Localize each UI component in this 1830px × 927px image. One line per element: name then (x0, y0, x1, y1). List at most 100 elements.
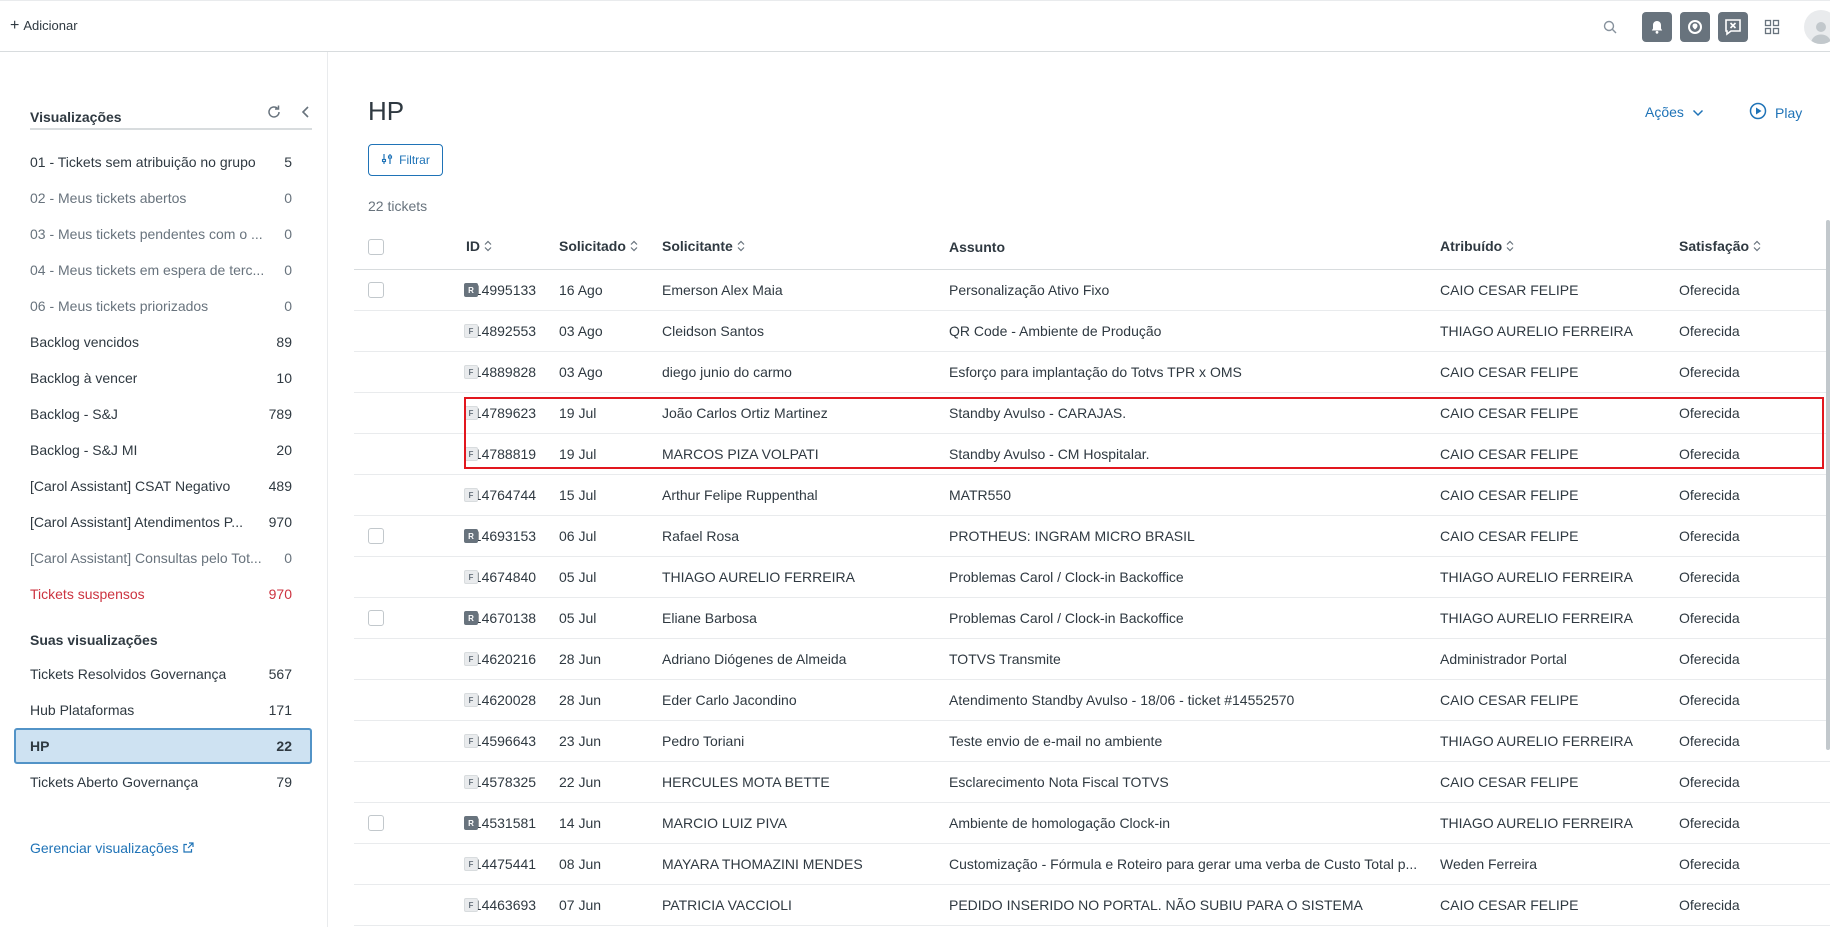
sidebar-view-item[interactable]: 02 - Meus tickets abertos 0 (14, 180, 312, 216)
search-icon[interactable] (1594, 11, 1626, 43)
view-count: 20 (276, 442, 292, 458)
add-button[interactable]: + Adicionar (10, 17, 78, 33)
sidebar-view-item[interactable]: 06 - Meus tickets priorizados 0 (14, 288, 312, 324)
sidebar-view-item[interactable]: [Carol Assistant] Atendimentos P... 970 (14, 504, 312, 540)
table-row[interactable]: F #14674840 05 Jul THIAGO AURELIO FERREIRA P… (354, 557, 1830, 598)
ticket-assignee: CAIO CESAR FELIPE (1440, 528, 1579, 544)
play-button[interactable]: Play (1749, 102, 1802, 123)
ticket-date: 15 Jul (559, 487, 597, 503)
actions-dropdown[interactable]: Ações (1645, 104, 1704, 120)
table-row[interactable]: R #14670138 05 Jul Eliane Barbosa Problemas … (354, 598, 1830, 639)
notification-bell-icon[interactable] (1642, 12, 1672, 42)
sidebar-view-item[interactable]: [Carol Assistant] CSAT Negativo 489 (14, 468, 312, 504)
support-agent-icon[interactable] (1680, 12, 1710, 42)
sidebar-view-item[interactable]: Tickets suspensos 970 (14, 576, 312, 612)
select-all-checkbox[interactable] (368, 238, 384, 255)
row-select-cell: R (354, 815, 478, 831)
filter-button[interactable]: Filtrar (368, 144, 443, 176)
sidebar-your-view-item[interactable]: HP 22 (14, 728, 312, 764)
manage-views-label: Gerenciar visualizações (30, 840, 179, 856)
ticket-date: 03 Ago (559, 323, 603, 339)
table-row[interactable]: F #14764744 15 Jul Arthur Felipe Ruppenthal… (354, 475, 1830, 516)
table-row[interactable]: F #14578325 22 Jun HERCULES MOTA BETTE Escla… (354, 762, 1830, 803)
sort-icon (1753, 239, 1761, 255)
table-scrollbar[interactable] (1826, 220, 1830, 750)
view-count: 970 (268, 586, 292, 602)
sidebar-view-item[interactable]: Backlog - S&J 789 (14, 396, 312, 432)
table-row[interactable]: F #14620028 28 Jun Eder Carlo Jacondino Aten… (354, 680, 1830, 721)
col-satisfaction-header[interactable]: Satisfação (1679, 238, 1799, 255)
view-count: 0 (284, 262, 292, 278)
col-requested-header[interactable]: Solicitado (559, 238, 662, 255)
ticket-requester: Eliane Barbosa (662, 610, 757, 626)
col-subject-header[interactable]: Assunto (949, 239, 1440, 255)
ticket-satisfaction: Oferecida (1679, 487, 1740, 503)
ticket-satisfaction: Oferecida (1679, 733, 1740, 749)
ticket-date: 16 Ago (559, 282, 603, 298)
ticket-date: 06 Jul (559, 528, 597, 544)
sidebar-view-item[interactable]: 04 - Meus tickets em espera de terc... 0 (14, 252, 312, 288)
ticket-type-badge: F (464, 365, 478, 379)
ticket-subject: Standby Avulso - CM Hospitalar. (949, 446, 1150, 462)
tickets-table: ID Solicitado Solicitante Assunto Atribu… (354, 224, 1830, 926)
sidebar-view-item[interactable]: 01 - Tickets sem atribuição no grupo 5 (14, 144, 312, 180)
table-row[interactable]: R #14531581 14 Jun MARCIO LUIZ PIVA Ambiente… (354, 803, 1830, 844)
ticket-assignee: THIAGO AURELIO FERREIRA (1440, 610, 1633, 626)
ticket-requester: Eder Carlo Jacondino (662, 692, 797, 708)
table-header: ID Solicitado Solicitante Assunto Atribu… (354, 224, 1830, 270)
row-checkbox[interactable] (368, 815, 384, 831)
ticket-subject: Problemas Carol / Clock-in Backoffice (949, 610, 1184, 626)
row-checkbox[interactable] (368, 610, 384, 626)
ticket-satisfaction: Oferecida (1679, 528, 1740, 544)
ticket-subject: Teste envio de e-mail no ambiente (949, 733, 1163, 749)
collapse-chevron-left-icon[interactable] (300, 104, 312, 123)
col-requester-header[interactable]: Solicitante (662, 238, 949, 255)
ticket-satisfaction: Oferecida (1679, 651, 1740, 667)
ticket-assignee: CAIO CESAR FELIPE (1440, 897, 1579, 913)
row-checkbox[interactable] (368, 282, 384, 298)
table-row[interactable]: F #14463693 07 Jun PATRICIA VACCIOLI PEDIDO … (354, 885, 1830, 926)
ticket-date: 28 Jun (559, 692, 602, 708)
table-row[interactable]: F #14596643 23 Jun Pedro Toriani Teste envio… (354, 721, 1830, 762)
sort-icon (1506, 239, 1514, 255)
sidebar-view-item[interactable]: Backlog à vencer 10 (14, 360, 312, 396)
manage-views-link[interactable]: Gerenciar visualizações (30, 840, 194, 856)
ticket-id: #14596643 (466, 733, 537, 749)
chat-close-icon[interactable] (1718, 12, 1748, 42)
view-label: Hub Plataformas (30, 702, 135, 718)
table-row[interactable]: F #14789623 19 Jul João Carlos Ortiz Martin… (354, 393, 1830, 434)
sidebar-your-view-item[interactable]: Tickets Aberto Governança 79 (14, 764, 312, 800)
col-id-header[interactable]: ID (466, 238, 559, 255)
table-row[interactable]: F #14620216 28 Jun Adriano Diógenes de Alme… (354, 639, 1830, 680)
sidebar-your-view-item[interactable]: Hub Plataformas 171 (14, 692, 312, 728)
chevron-down-icon (1692, 104, 1704, 120)
user-avatar[interactable] (1804, 10, 1830, 44)
table-row[interactable]: F #14892553 03 Ago Cleidson Santos QR Code -… (354, 311, 1830, 352)
sidebar-view-item[interactable]: [Carol Assistant] Consultas pelo Tot... 0 (14, 540, 312, 576)
row-checkbox[interactable] (368, 528, 384, 544)
ticket-assignee: CAIO CESAR FELIPE (1440, 364, 1579, 380)
ticket-requester: MARCOS PIZA VOLPATI (662, 446, 819, 462)
ticket-requester: PATRICIA VACCIOLI (662, 897, 792, 913)
apps-grid-icon[interactable] (1756, 11, 1788, 43)
ticket-date: 08 Jun (559, 856, 602, 872)
actions-label: Ações (1645, 104, 1684, 120)
ticket-type-badge: F (464, 734, 478, 748)
ticket-id: #14889828 (466, 364, 537, 380)
sidebar-your-view-item[interactable]: Tickets Resolvidos Governança 567 (14, 656, 312, 692)
ticket-satisfaction: Oferecida (1679, 405, 1740, 421)
sidebar-view-item[interactable]: Backlog - S&J MI 20 (14, 432, 312, 468)
ticket-requester: Adriano Diógenes de Almeida (662, 651, 847, 667)
ticket-count: 22 tickets (368, 198, 428, 214)
ticket-id: #14995133 (466, 282, 537, 298)
sidebar-view-item[interactable]: Backlog vencidos 89 (14, 324, 312, 360)
col-assignee-header[interactable]: Atribuído (1440, 238, 1679, 255)
refresh-icon[interactable] (266, 104, 282, 123)
ticket-type-badge: F (464, 775, 478, 789)
table-row[interactable]: F #14889828 03 Ago diego junio do carmo Esfo… (354, 352, 1830, 393)
table-row[interactable]: R #14693153 06 Jul Rafael Rosa PROTHEUS: ING… (354, 516, 1830, 557)
sidebar-view-item[interactable]: 03 - Meus tickets pendentes com o ... 0 (14, 216, 312, 252)
table-row[interactable]: R #14995133 16 Ago Emerson Alex Maia Persona… (354, 270, 1830, 311)
table-row[interactable]: F #14475441 08 Jun MAYARA THOMAZINI MENDES C… (354, 844, 1830, 885)
table-row[interactable]: F #14788819 19 Jul MARCOS PIZA VOLPATI Stand… (354, 434, 1830, 475)
